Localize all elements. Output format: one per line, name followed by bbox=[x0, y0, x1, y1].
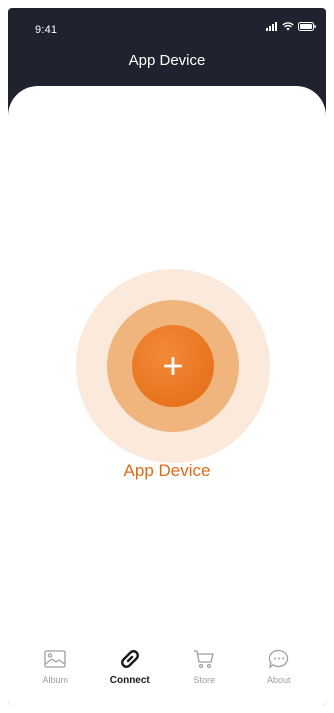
tab-connect-label: Connect bbox=[109, 675, 150, 686]
plus-icon bbox=[164, 357, 182, 375]
add-device-label[interactable]: App Device bbox=[8, 461, 326, 481]
status-icons bbox=[266, 22, 316, 31]
status-time: 9:41 bbox=[35, 24, 58, 36]
phone-screen: 9:41 App Device App Device Album Connect… bbox=[8, 8, 326, 705]
tab-store[interactable]: Store bbox=[174, 646, 234, 685]
page-title: App Device bbox=[128, 52, 206, 69]
wifi-icon bbox=[282, 22, 294, 31]
tab-about[interactable]: About bbox=[249, 646, 309, 685]
cart-icon bbox=[194, 650, 214, 669]
tab-connect[interactable]: Connect bbox=[100, 646, 160, 686]
status-bar: 9:41 bbox=[8, 8, 326, 46]
battery-icon bbox=[298, 22, 316, 31]
add-device-button[interactable] bbox=[132, 325, 214, 407]
tab-album-label: Album bbox=[42, 675, 68, 685]
cellular-signal-icon bbox=[266, 22, 277, 31]
image-icon bbox=[44, 650, 66, 668]
tab-album[interactable]: Album bbox=[25, 646, 85, 685]
tab-about-label: About bbox=[266, 675, 291, 685]
main-content: App Device Album Connect Store About bbox=[8, 86, 326, 705]
bottom-tab-bar: Album Connect Store About bbox=[8, 646, 326, 705]
chat-bubble-icon bbox=[268, 649, 288, 669]
link-icon bbox=[120, 650, 139, 668]
tab-store-label: Store bbox=[193, 675, 215, 685]
